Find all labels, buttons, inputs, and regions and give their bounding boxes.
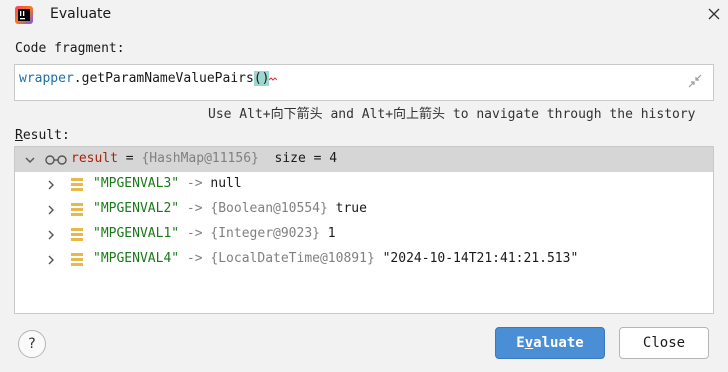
result-name: result [71,151,118,166]
collapse-icon[interactable] [688,74,702,88]
tree-row[interactable]: "MPGENVAL4" -> {LocalDateTime@10891} "20… [15,247,713,271]
field-icon [71,203,83,216]
chevron-right-icon[interactable] [45,254,57,266]
entry-text: "MPGENVAL2" -> {Boolean@10554} true [93,201,367,216]
code-fragment-input[interactable]: wrapper.getParamNameValuePairs() [14,64,714,101]
error-squiggle-icon [269,68,278,82]
tree-row-root[interactable]: result = {HashMap@11156} size = 4 [15,147,713,172]
field-icon [71,253,83,266]
code-method: getParamNameValuePairs [81,71,254,86]
code-fragment-text[interactable]: wrapper.getParamNameValuePairs() [19,68,278,86]
glasses-icon [45,155,67,165]
chevron-down-icon[interactable] [24,154,36,166]
code-parens: () [253,71,270,86]
result-label: Result: [15,128,70,143]
tree-row[interactable]: "MPGENVAL2" -> {Boolean@10554} true [15,197,713,221]
evaluate-button[interactable]: Evaluate [495,327,605,359]
result-size: size = 4 [258,151,338,166]
code-fragment-label: Code fragment: [15,41,125,56]
result-ref: {HashMap@11156} [141,151,259,166]
result-tree[interactable]: result = {HashMap@11156} size = 4 "MPGEN… [14,146,714,314]
intellij-logo-icon [15,6,33,24]
entry-text: "MPGENVAL3" -> null [93,176,242,191]
tree-row[interactable]: "MPGENVAL3" -> null [15,172,713,196]
chevron-right-icon[interactable] [45,204,57,216]
result-root-text: result = {HashMap@11156} size = 4 [71,151,338,166]
code-dot: . [73,71,82,86]
chevron-right-icon[interactable] [45,179,57,191]
field-icon [71,228,83,241]
chevron-right-icon[interactable] [45,229,57,241]
help-button[interactable]: ? [18,330,46,358]
entry-text: "MPGENVAL1" -> {Integer@9023} 1 [93,226,336,241]
tree-row[interactable]: "MPGENVAL1" -> {Integer@9023} 1 [15,222,713,246]
window-title: Evaluate [50,6,112,22]
history-hint: Use Alt+向下箭头 and Alt+向上箭头 to navigate th… [208,107,696,122]
field-icon [71,178,83,191]
code-prefix: wrapper [19,71,74,86]
title-bar: Evaluate [0,0,728,30]
entry-text: "MPGENVAL4" -> {LocalDateTime@10891} "20… [93,251,579,266]
close-button[interactable]: Close [619,327,709,359]
close-icon[interactable] [706,6,722,22]
